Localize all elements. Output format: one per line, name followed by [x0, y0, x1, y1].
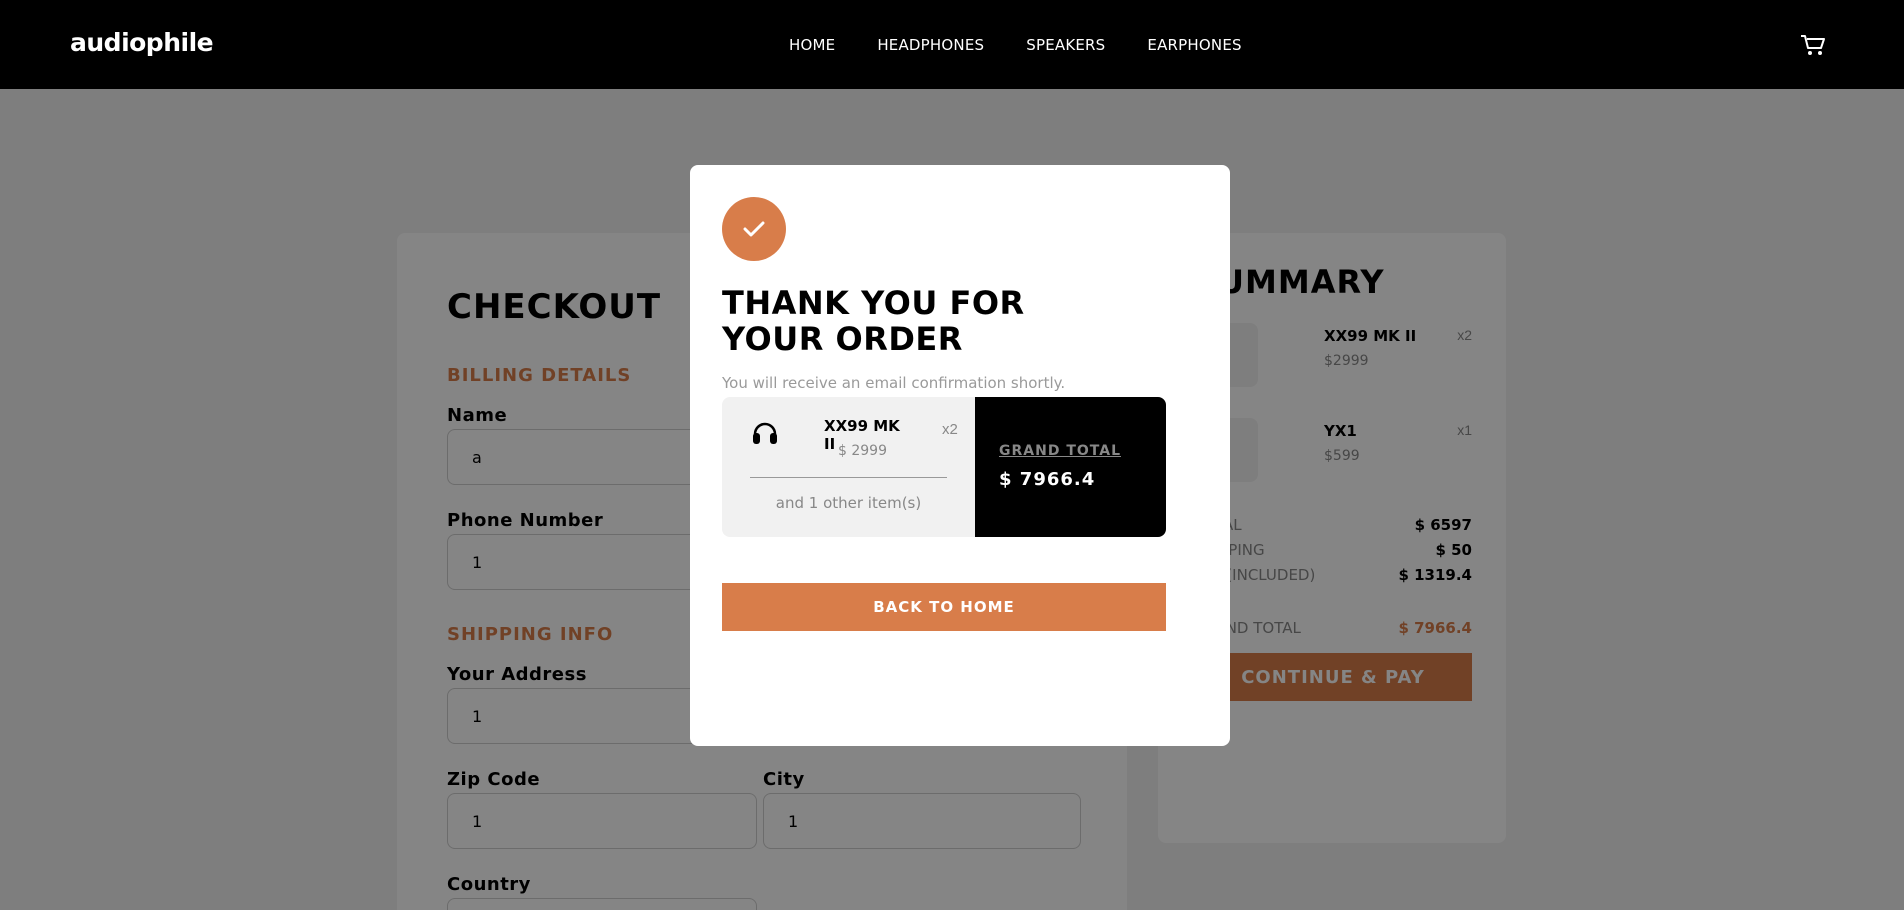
order-item-qty: x2 [942, 421, 958, 438]
nav-headphones[interactable]: HEADPHONES [877, 36, 984, 54]
back-to-home-button[interactable]: BACK TO HOME [722, 583, 1166, 631]
logo[interactable]: audiophile [70, 28, 214, 57]
nav-home[interactable]: HOME [789, 36, 835, 54]
order-confirmation-modal: THANK YOU FOR YOUR ORDER You will receiv… [690, 165, 1230, 746]
nav-speakers[interactable]: SPEAKERS [1026, 36, 1105, 54]
other-items-link[interactable]: and 1 other item(s) [722, 494, 975, 512]
order-recap: XX99 MK II $ 2999 x2 and 1 other item(s)… [722, 397, 1166, 537]
headphones-icon [750, 417, 780, 447]
modal-title: THANK YOU FOR YOUR ORDER [722, 284, 1025, 358]
grand-total-panel: GRAND TOTAL $ 7966.4 [975, 397, 1166, 537]
main-nav: HOME HEADPHONES SPEAKERS EARPHONES [789, 36, 1242, 54]
top-navigation-bar: audiophile HOME HEADPHONES SPEAKERS EARP… [0, 0, 1904, 89]
order-items-panel: XX99 MK II $ 2999 x2 and 1 other item(s) [722, 397, 975, 537]
nav-earphones[interactable]: EARPHONES [1147, 36, 1241, 54]
modal-subtitle: You will receive an email confirmation s… [722, 374, 1066, 392]
grand-total-value: $ 7966.4 [999, 469, 1096, 490]
cart-icon[interactable] [1800, 34, 1826, 56]
check-icon [722, 197, 786, 261]
order-item-price: $ 2999 [838, 443, 887, 459]
grand-total-label: GRAND TOTAL [999, 443, 1121, 459]
divider [750, 477, 947, 478]
